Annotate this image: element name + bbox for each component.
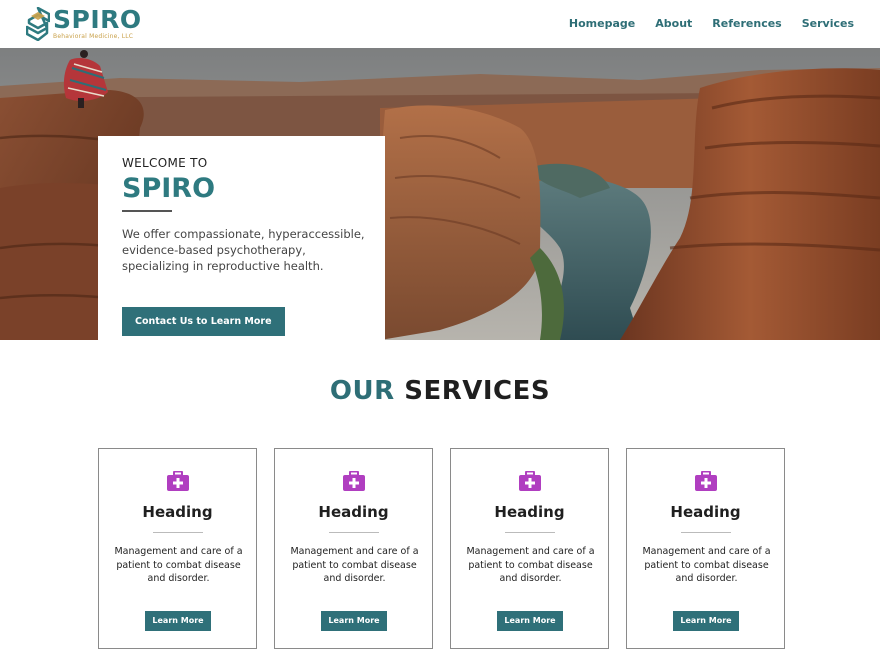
card-heading: Heading [318,503,389,521]
hero-intro: We offer compassionate, hyperaccessible,… [122,227,365,273]
medical-kit-icon [343,471,365,491]
logo-s-icon [26,7,50,41]
card-divider [681,532,731,533]
learn-more-button[interactable]: Learn More [145,611,211,631]
hero-divider [122,210,172,212]
learn-more-button[interactable]: Learn More [497,611,563,631]
medical-kit-icon [695,471,717,491]
site-header: SPIRO Behavioral Medicine, LLC Homepage … [0,0,880,48]
contact-button[interactable]: Contact Us to Learn More [122,307,285,336]
nav-about[interactable]: About [655,17,692,30]
services-title-accent: OUR [329,376,395,406]
service-card: Heading Management and care of a patient… [450,448,609,649]
services-title: OUR SERVICES [0,376,880,406]
nav-services[interactable]: Services [802,17,854,30]
card-heading: Heading [494,503,565,521]
medical-kit-icon [519,471,541,491]
card-text: Management and care of a patient to comb… [114,546,243,584]
service-card: Heading Management and care of a patient… [274,448,433,649]
card-text: Management and care of a patient to comb… [642,546,771,584]
service-card: Heading Management and care of a patient… [98,448,257,649]
card-divider [329,532,379,533]
card-heading: Heading [142,503,213,521]
logo-name: SPIRO [53,5,142,34]
welcome-label: WELCOME TO [122,156,208,170]
card-divider [153,532,203,533]
card-heading: Heading [670,503,741,521]
main-nav: Homepage About References Services [569,17,854,30]
logo[interactable]: SPIRO Behavioral Medicine, LLC [26,7,142,41]
services-title-rest: SERVICES [404,376,551,406]
services-cards: Heading Management and care of a patient… [98,448,785,649]
medical-kit-icon [167,471,189,491]
service-card: Heading Management and care of a patient… [626,448,785,649]
logo-subtitle: Behavioral Medicine, LLC [53,33,134,40]
nav-homepage[interactable]: Homepage [569,17,635,30]
learn-more-button[interactable]: Learn More [321,611,387,631]
hero-section: WELCOME TO SPIRO We offer compassionate,… [0,48,880,340]
card-text: Management and care of a patient to comb… [466,546,595,584]
learn-more-button[interactable]: Learn More [673,611,739,631]
nav-references[interactable]: References [712,17,781,30]
hero-card: WELCOME TO SPIRO We offer compassionate,… [98,136,385,340]
card-divider [505,532,555,533]
card-text: Management and care of a patient to comb… [290,546,419,584]
hero-brand: SPIRO [122,173,216,204]
